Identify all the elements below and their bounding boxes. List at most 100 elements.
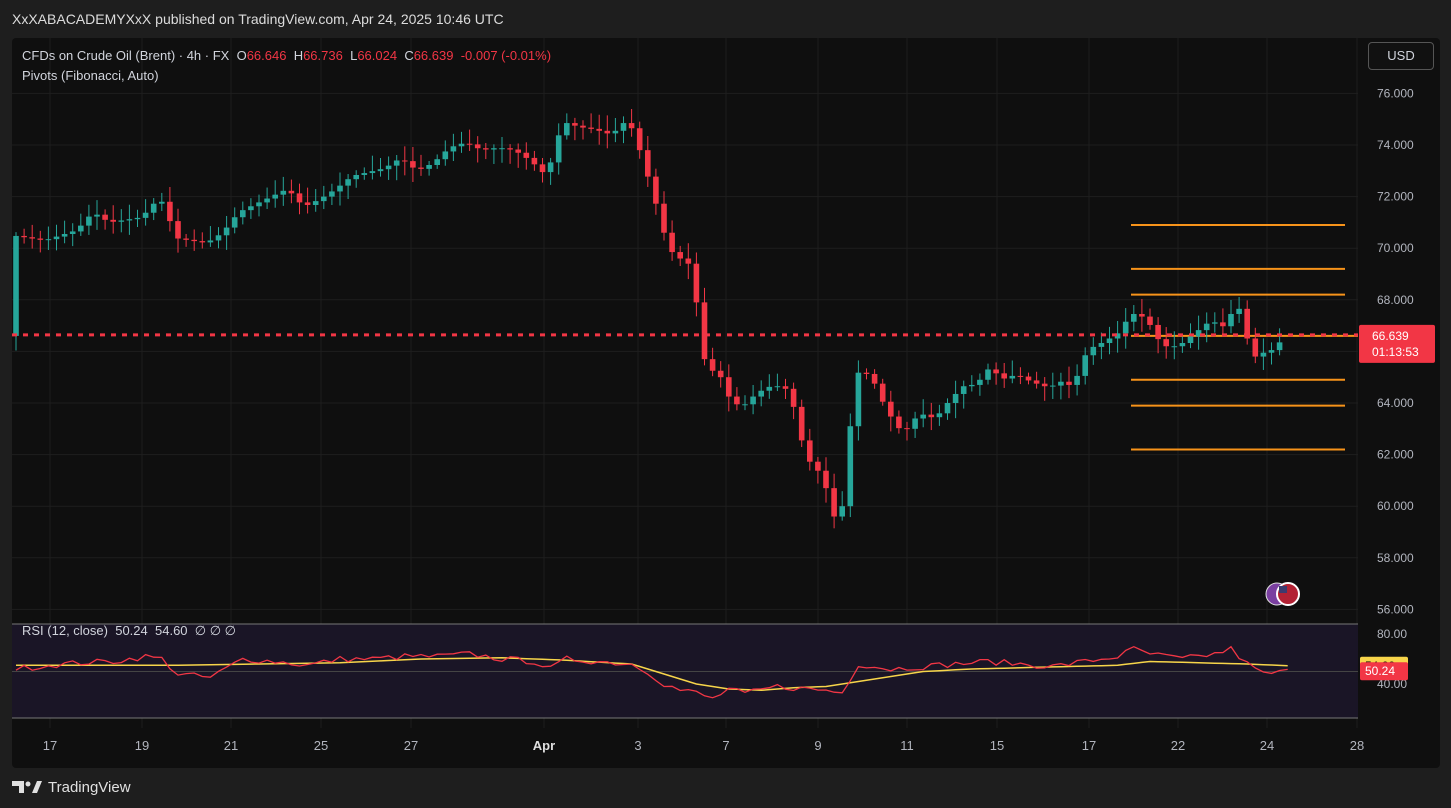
candle-body[interactable]: [53, 236, 60, 240]
candle-body[interactable]: [377, 169, 384, 172]
candle-body[interactable]: [863, 372, 870, 374]
candle-body[interactable]: [515, 149, 521, 153]
candle-body[interactable]: [102, 214, 108, 220]
candle-body[interactable]: [483, 148, 489, 150]
candle-body[interactable]: [126, 219, 133, 221]
candle-body[interactable]: [1122, 321, 1129, 334]
candle-body[interactable]: [353, 174, 359, 180]
candle-body[interactable]: [1268, 350, 1275, 353]
candle-body[interactable]: [993, 369, 999, 374]
candle-body[interactable]: [539, 164, 546, 173]
pivots-indicator-label[interactable]: Pivots (Fibonacci, Auto): [22, 66, 551, 86]
candle-body[interactable]: [1009, 375, 1016, 379]
candle-body[interactable]: [742, 404, 748, 406]
candle-body[interactable]: [288, 190, 295, 194]
candle-body[interactable]: [418, 167, 424, 169]
candle-body[interactable]: [717, 370, 724, 378]
candle-body[interactable]: [1203, 323, 1210, 331]
candle-body[interactable]: [685, 258, 692, 264]
candle-body[interactable]: [1098, 343, 1105, 347]
candle-body[interactable]: [69, 231, 76, 235]
candle-body[interactable]: [1025, 376, 1032, 381]
candle-body[interactable]: [645, 150, 651, 177]
candle-body[interactable]: [944, 403, 951, 414]
candle-body[interactable]: [474, 144, 481, 149]
candle-body[interactable]: [1187, 336, 1194, 344]
candle-body[interactable]: [1131, 313, 1137, 322]
candle-body[interactable]: [1276, 342, 1283, 351]
candle-body[interactable]: [1179, 343, 1186, 347]
price-chart[interactable]: 76.00074.00072.00070.00068.00066.00064.0…: [12, 38, 1440, 768]
candle-body[interactable]: [888, 401, 894, 417]
candle-body[interactable]: [458, 143, 465, 147]
candle-body[interactable]: [199, 241, 206, 243]
candle-body[interactable]: [677, 252, 683, 259]
candle-body[interactable]: [507, 148, 513, 150]
candle-body[interactable]: [661, 203, 667, 233]
candle-body[interactable]: [175, 221, 181, 239]
candle-body[interactable]: [304, 202, 311, 205]
candle-body[interactable]: [1017, 375, 1024, 377]
candle-body[interactable]: [523, 152, 530, 158]
candle-body[interactable]: [134, 217, 141, 220]
candle-body[interactable]: [183, 238, 189, 240]
candle-body[interactable]: [896, 416, 902, 429]
candle-body[interactable]: [329, 191, 335, 197]
candle-body[interactable]: [564, 123, 570, 136]
candle-body[interactable]: [1074, 375, 1080, 385]
rsi-name[interactable]: RSI (12, close): [22, 623, 108, 638]
candle-body[interactable]: [596, 128, 602, 131]
candle-body[interactable]: [1163, 339, 1169, 347]
candle-body[interactable]: [928, 414, 935, 418]
candle-body[interactable]: [280, 190, 287, 195]
candle-body[interactable]: [45, 239, 52, 241]
candle-body[interactable]: [1228, 313, 1234, 327]
candle-body[interactable]: [110, 219, 116, 222]
candle-body[interactable]: [1260, 352, 1267, 357]
candle-body[interactable]: [1155, 324, 1161, 340]
candle-body[interactable]: [215, 235, 222, 241]
candle-body[interactable]: [823, 470, 829, 489]
candle-body[interactable]: [969, 384, 975, 387]
candle-body[interactable]: [385, 165, 392, 170]
candle-body[interactable]: [580, 125, 586, 128]
candle-body[interactable]: [531, 157, 538, 165]
candle-body[interactable]: [142, 212, 149, 218]
candle-body[interactable]: [1041, 383, 1048, 387]
candle-body[interactable]: [207, 240, 214, 243]
candle-body[interactable]: [920, 414, 926, 419]
candle-body[interactable]: [264, 198, 270, 203]
candle-body[interactable]: [790, 388, 797, 407]
candle-body[interactable]: [798, 406, 805, 441]
candle-body[interactable]: [912, 418, 918, 429]
candle-body[interactable]: [985, 369, 991, 380]
candle-body[interactable]: [1090, 346, 1097, 356]
candle-body[interactable]: [29, 237, 35, 239]
candle-body[interactable]: [750, 396, 756, 405]
candle-body[interactable]: [272, 194, 278, 199]
candle-body[interactable]: [1212, 322, 1218, 324]
candle-body[interactable]: [37, 238, 44, 240]
candle-body[interactable]: [402, 160, 408, 162]
candle-body[interactable]: [1236, 308, 1242, 314]
candle-body[interactable]: [588, 127, 594, 129]
candle-body[interactable]: [118, 220, 125, 222]
candle-body[interactable]: [1139, 313, 1145, 317]
candle-body[interactable]: [628, 123, 635, 129]
candle-body[interactable]: [693, 263, 700, 303]
candle-body[interactable]: [758, 390, 764, 397]
candle-body[interactable]: [612, 130, 619, 134]
candle-body[interactable]: [555, 135, 562, 163]
candle-body[interactable]: [936, 413, 943, 418]
candle-body[interactable]: [361, 173, 368, 175]
candle-body[interactable]: [669, 232, 675, 253]
candle-body[interactable]: [709, 359, 716, 371]
candle-body[interactable]: [847, 426, 854, 507]
candle-body[interactable]: [86, 216, 92, 226]
candle-body[interactable]: [620, 123, 627, 131]
candle-body[interactable]: [701, 302, 708, 360]
candle-body[interactable]: [248, 206, 254, 211]
candle-body[interactable]: [442, 151, 449, 160]
candle-body[interactable]: [831, 488, 837, 517]
candle-body[interactable]: [815, 461, 821, 471]
